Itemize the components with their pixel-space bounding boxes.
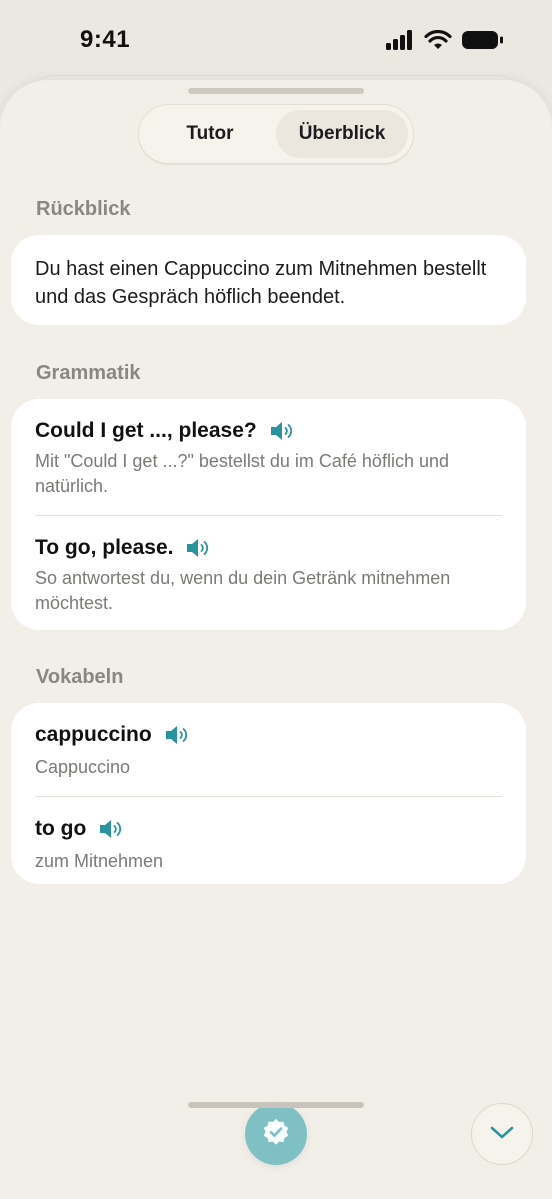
signal-icon <box>386 30 414 55</box>
vocab-translation: zum Mitnehmen <box>35 851 164 871</box>
tab-overview[interactable]: Überblick <box>276 110 408 158</box>
grammar-heading: Grammatik <box>36 362 141 384</box>
status-time: 9:41 <box>80 26 131 53</box>
grammar-item-description: So antwortest du, wenn du dein Getränk m… <box>35 568 451 613</box>
review-heading: Rückblick <box>36 198 131 220</box>
vocab-word: cappuccino <box>35 723 152 746</box>
mode-segmented-control: Tutor Überblick <box>138 104 414 164</box>
vocab-heading: Vokabeln <box>36 666 124 688</box>
battery-icon <box>462 30 504 55</box>
vocab-word: to go <box>35 817 87 840</box>
grammar-card: Could I get ..., please? Mit "Could I ge… <box>11 399 526 630</box>
grammar-item-description: Mit "Could I get ...?" bestellst du im C… <box>35 451 449 496</box>
vocab-item: to go zum Mitnehmen <box>11 797 526 874</box>
collapse-button[interactable] <box>471 1103 533 1165</box>
check-badge-icon <box>261 1117 291 1152</box>
vocab-card: cappuccino Cappuccino to go zum Mitnehme… <box>11 703 526 884</box>
review-card: Du hast einen Cappuccino zum Mitnehmen b… <box>11 235 526 325</box>
complete-button[interactable] <box>245 1103 307 1165</box>
grammar-item: Could I get ..., please? Mit "Could I ge… <box>11 399 526 499</box>
vocab-item: cappuccino Cappuccino <box>11 703 526 780</box>
tab-tutor[interactable]: Tutor <box>144 110 276 158</box>
review-text: Du hast einen Cappuccino zum Mitnehmen b… <box>35 258 487 308</box>
vocab-translation: Cappuccino <box>35 757 131 777</box>
speaker-icon[interactable] <box>185 537 211 559</box>
status-icons <box>386 29 504 55</box>
status-bar: 9:41 <box>0 0 552 80</box>
wifi-icon <box>424 29 452 55</box>
sheet-grabber[interactable] <box>188 88 364 94</box>
speaker-icon[interactable] <box>98 818 124 840</box>
speaker-icon[interactable] <box>164 724 190 746</box>
home-indicator <box>188 1102 364 1108</box>
grammar-item: To go, please. So antwortest du, wenn du… <box>11 516 526 616</box>
speaker-icon[interactable] <box>269 420 295 442</box>
chevron-down-icon <box>489 1124 515 1145</box>
grammar-item-title: To go, please. <box>35 536 174 559</box>
overview-sheet: Tutor Überblick Rückblick Du hast einen … <box>0 80 552 1199</box>
grammar-item-title: Could I get ..., please? <box>35 419 257 442</box>
